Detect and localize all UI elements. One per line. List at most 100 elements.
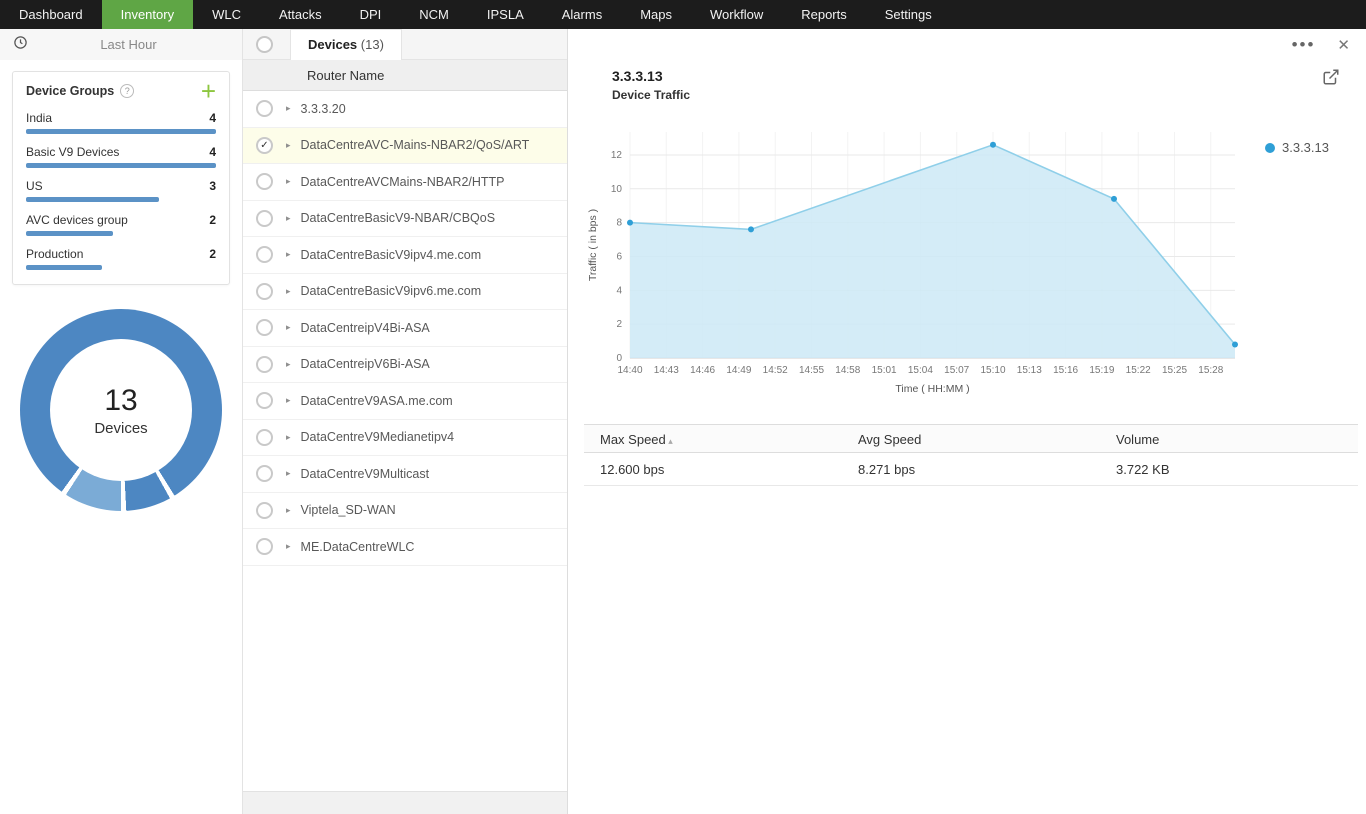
svg-text:15:22: 15:22	[1126, 365, 1151, 376]
device-row[interactable]: ▸ DataCentreipV4Bi-ASA	[243, 310, 567, 347]
detail-panel: ••• ✕ 3.3.3.13 Device Traffic 14:4014:43…	[568, 29, 1366, 814]
router-name: DataCentreAVC-Mains-NBAR2/QoS/ART	[301, 138, 530, 152]
svg-text:4: 4	[616, 285, 622, 296]
nav-item-alarms[interactable]: Alarms	[543, 0, 621, 29]
expand-arrow-icon[interactable]: ▸	[286, 140, 291, 151]
nav-item-dpi[interactable]: DPI	[341, 0, 401, 29]
expand-arrow-icon[interactable]: ▸	[286, 103, 291, 114]
router-name: DataCentreipV4Bi-ASA	[301, 321, 430, 335]
expand-arrow-icon[interactable]: ▸	[286, 176, 291, 187]
device-row[interactable]: ▸ DataCentreV9Medianetipv4	[243, 420, 567, 457]
tab-strip: Devices (13)	[243, 29, 567, 60]
expand-arrow-icon[interactable]: ▸	[286, 541, 291, 552]
group-count: 4	[209, 145, 216, 159]
select-all-checkbox[interactable]	[256, 36, 273, 53]
router-name: ME.DataCentreWLC	[301, 540, 415, 554]
device-row[interactable]: ▸ ME.DataCentreWLC	[243, 529, 567, 566]
nav-item-reports[interactable]: Reports	[782, 0, 866, 29]
device-row[interactable]: ▸DataCentreV9Multicast	[243, 456, 567, 493]
nav-item-wlc[interactable]: WLC	[193, 0, 260, 29]
nav-item-dashboard[interactable]: Dashboard	[0, 0, 102, 29]
device-row[interactable]: ▸Viptela_SD-WAN	[243, 493, 567, 530]
close-icon[interactable]: ✕	[1337, 36, 1350, 54]
stats-header[interactable]: Volume	[1100, 425, 1358, 452]
expand-arrow-icon[interactable]: ▸	[286, 359, 291, 370]
row-checkbox[interactable]	[256, 502, 273, 519]
column-header-router-name[interactable]: Router Name	[243, 60, 567, 91]
router-name: DataCentreipV6Bi-ASA	[301, 357, 430, 371]
device-row[interactable]: ▸DataCentreAVCMains-NBAR2/HTTP	[243, 164, 567, 201]
tab-devices[interactable]: Devices (13)	[290, 29, 402, 60]
device-row[interactable]: ▸DataCentreBasicV9ipv6.me.com	[243, 274, 567, 311]
row-checkbox[interactable]	[256, 100, 273, 117]
nav-item-maps[interactable]: Maps	[621, 0, 691, 29]
device-row[interactable]: ▸DataCentreBasicV9ipv4.me.com	[243, 237, 567, 274]
expand-arrow-icon[interactable]: ▸	[286, 395, 291, 406]
nav-item-attacks[interactable]: Attacks	[260, 0, 341, 29]
group-bar	[26, 129, 216, 134]
main-layout: Last Hour Device Groups ? + India4 Basic …	[0, 29, 1366, 814]
expand-arrow-icon[interactable]: ▸	[286, 432, 291, 443]
device-groups-title: Device Groups	[26, 84, 114, 98]
device-row[interactable]: ▸DataCentreV9ASA.me.com	[243, 383, 567, 420]
svg-text:14:49: 14:49	[726, 365, 751, 376]
group-bar	[26, 197, 159, 202]
expand-arrow-icon[interactable]: ▸	[286, 322, 291, 333]
svg-text:12: 12	[611, 150, 623, 161]
row-checkbox[interactable]	[256, 465, 273, 482]
device-subtitle: Device Traffic	[612, 88, 690, 102]
device-group-item[interactable]: Basic V9 Devices4	[26, 145, 216, 168]
device-row[interactable]: ▸3.3.3.20	[243, 91, 567, 128]
svg-text:14:46: 14:46	[690, 365, 715, 376]
nav-item-inventory[interactable]: Inventory	[102, 0, 193, 29]
nav-item-settings[interactable]: Settings	[866, 0, 951, 29]
add-group-button[interactable]: +	[201, 82, 216, 100]
row-checkbox[interactable]	[256, 538, 273, 555]
group-bar	[26, 231, 113, 236]
row-checkbox-checked[interactable]: ✓	[256, 137, 273, 154]
expand-arrow-icon[interactable]: ▸	[286, 505, 291, 516]
row-checkbox[interactable]	[256, 356, 273, 373]
row-checkbox[interactable]	[256, 246, 273, 263]
expand-arrow-icon[interactable]: ▸	[286, 468, 291, 479]
donut-device-label: Devices	[94, 420, 147, 437]
more-options-icon[interactable]: •••	[1292, 40, 1316, 50]
nav-item-ipsla[interactable]: IPSLA	[468, 0, 543, 29]
expand-arrow-icon[interactable]: ▸	[286, 249, 291, 260]
help-icon[interactable]: ?	[120, 84, 134, 98]
nav-item-ncm[interactable]: NCM	[400, 0, 468, 29]
svg-text:14:55: 14:55	[799, 365, 824, 376]
device-groups-card: Device Groups ? + India4 Basic V9 Devices…	[12, 71, 230, 285]
row-checkbox[interactable]	[256, 319, 273, 336]
expand-arrow-icon[interactable]: ▸	[286, 286, 291, 297]
row-checkbox[interactable]	[256, 210, 273, 227]
row-checkbox[interactable]	[256, 283, 273, 300]
device-group-item[interactable]: India4	[26, 111, 216, 134]
sidebar: Last Hour Device Groups ? + India4 Basic …	[0, 29, 243, 814]
svg-text:Time ( HH:MM ): Time ( HH:MM )	[895, 383, 969, 395]
stats-header[interactable]: Max Speed ▴	[584, 425, 842, 452]
device-row[interactable]: ▸DataCentreBasicV9-NBAR/CBQoS	[243, 201, 567, 238]
svg-text:2: 2	[616, 319, 622, 330]
row-checkbox[interactable]	[256, 429, 273, 446]
router-name: DataCentreV9Medianetipv4	[301, 430, 455, 444]
stats-header[interactable]: Avg Speed	[842, 425, 1100, 452]
device-row[interactable]: ✓ ▸ DataCentreAVC-Mains-NBAR2/QoS/ART	[243, 128, 567, 165]
group-count: 3	[209, 179, 216, 193]
sort-caret-icon[interactable]: ▴	[666, 436, 673, 446]
row-checkbox[interactable]	[256, 392, 273, 409]
detail-topbar: ••• ✕	[568, 29, 1366, 60]
device-row[interactable]: ▸ DataCentreipV6Bi-ASA	[243, 347, 567, 384]
nav-item-workflow[interactable]: Workflow	[691, 0, 782, 29]
external-link-icon[interactable]	[1322, 68, 1340, 91]
svg-text:10: 10	[611, 184, 623, 195]
device-group-item[interactable]: AVC devices group2	[26, 213, 216, 236]
svg-text:15:28: 15:28	[1198, 365, 1223, 376]
device-group-item[interactable]: US3	[26, 179, 216, 202]
chart-legend[interactable]: 3.3.3.13	[1265, 140, 1329, 155]
row-checkbox[interactable]	[256, 173, 273, 190]
device-group-item[interactable]: Production2	[26, 247, 216, 270]
group-bar	[26, 163, 216, 168]
expand-arrow-icon[interactable]: ▸	[286, 213, 291, 224]
time-filter[interactable]: Last Hour	[0, 29, 242, 60]
